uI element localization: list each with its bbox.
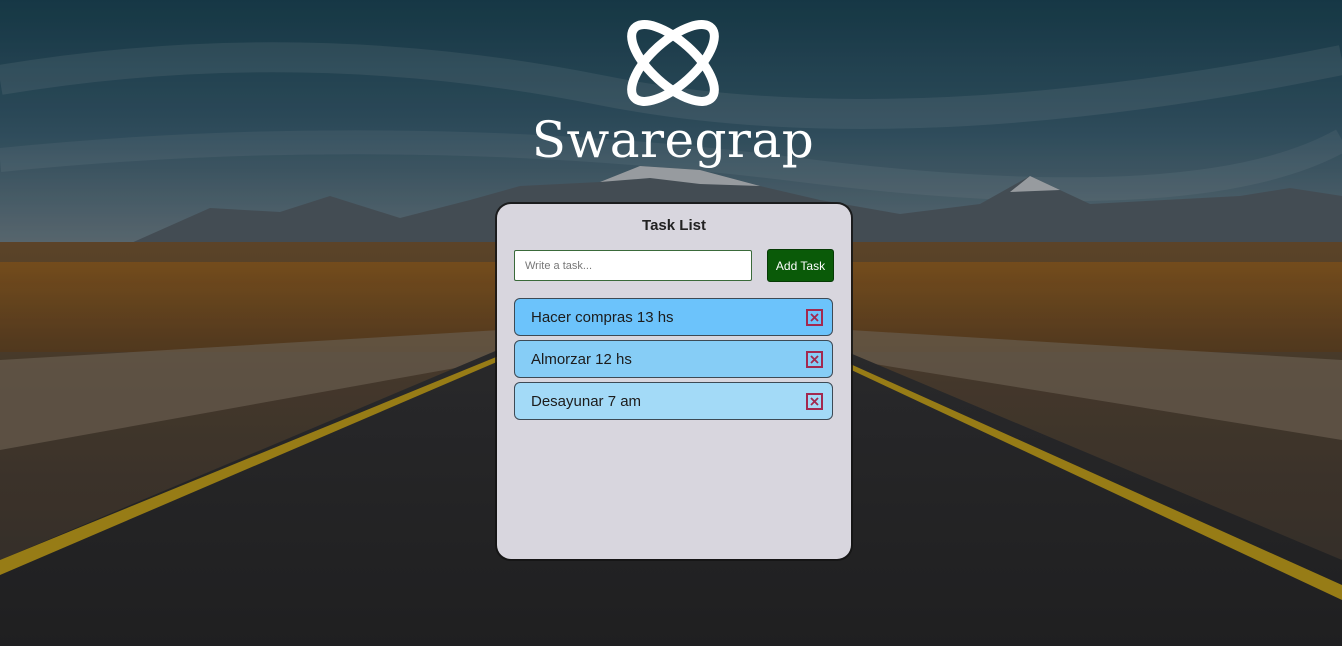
delete-task-button[interactable] (806, 393, 823, 410)
close-icon (810, 313, 819, 322)
brand-name: Swaregrap (531, 111, 815, 169)
task-list-card: Task List Add Task Hacer compras 13 hs A… (497, 204, 851, 559)
add-task-button[interactable]: Add Task (767, 249, 834, 282)
brand-logo: Swaregrap (521, 18, 825, 169)
orbit-logo-icon (627, 20, 719, 106)
app-page: Swaregrap Task List Add Task Hacer compr… (0, 0, 1342, 646)
task-item: Almorzar 12 hs (514, 340, 833, 378)
task-label: Hacer compras 13 hs (531, 308, 674, 326)
task-label: Almorzar 12 hs (531, 350, 632, 368)
task-item: Desayunar 7 am (514, 382, 833, 420)
close-icon (810, 355, 819, 364)
close-icon (810, 397, 819, 406)
task-item: Hacer compras 13 hs (514, 298, 833, 336)
delete-task-button[interactable] (806, 351, 823, 368)
card-title: Task List (642, 217, 706, 234)
task-input[interactable] (514, 250, 752, 281)
delete-task-button[interactable] (806, 309, 823, 326)
task-label: Desayunar 7 am (531, 392, 642, 410)
